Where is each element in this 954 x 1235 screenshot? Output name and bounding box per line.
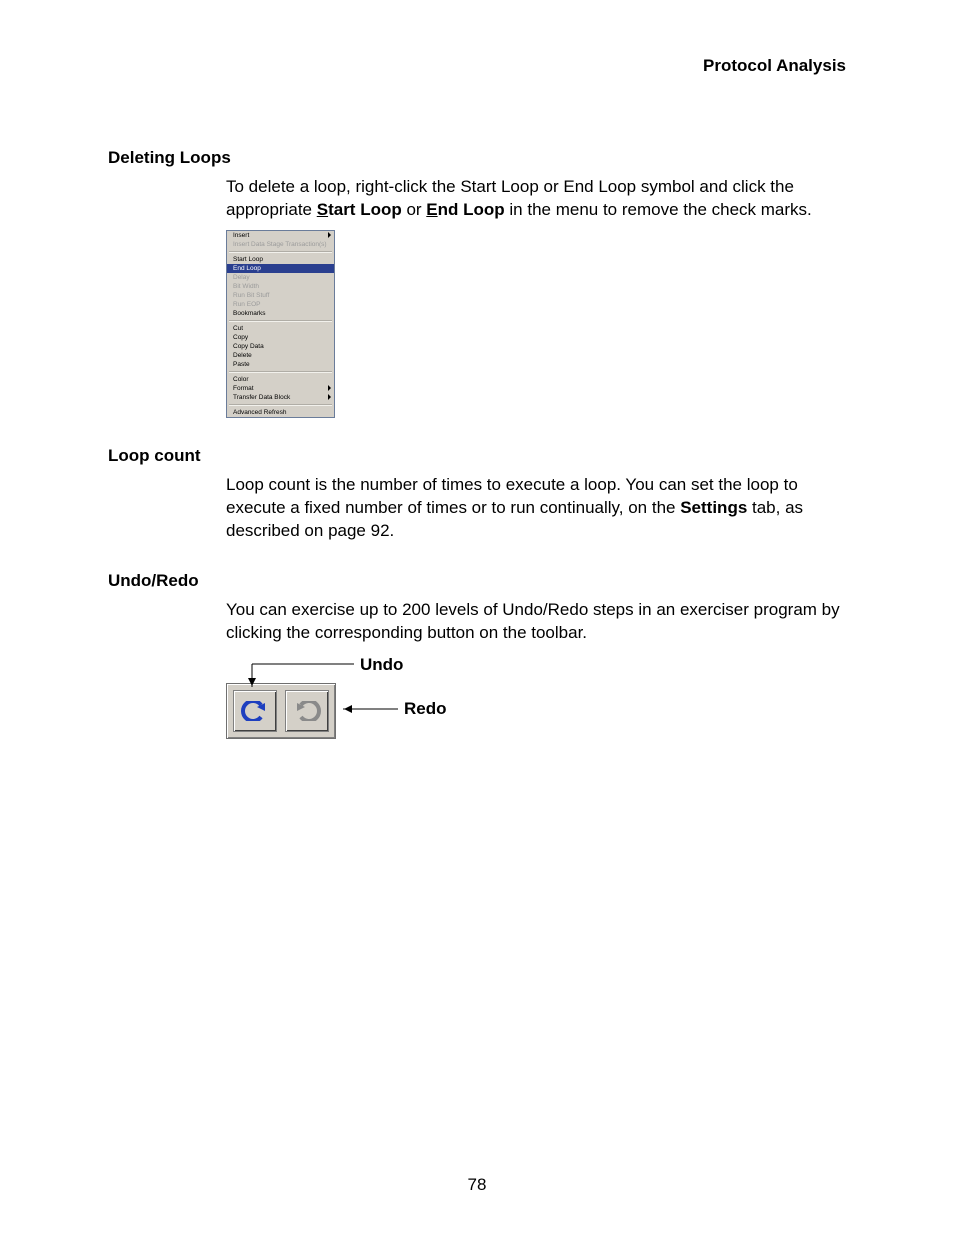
menu-item[interactable]: Format <box>227 384 334 393</box>
text-start-loop-s: S <box>317 200 328 219</box>
redo-icon <box>293 701 321 721</box>
menu-item: Insert Data Stage Transaction(s) <box>227 240 334 249</box>
text: or <box>402 200 427 219</box>
context-menu-figure: InsertInsert Data Stage Transaction(s) St… <box>226 230 335 418</box>
menu-separator <box>229 320 332 322</box>
menu-item[interactable]: Copy <box>227 333 334 342</box>
heading-undo-redo: Undo/Redo <box>108 571 846 591</box>
menu-item[interactable]: Advanced Refresh <box>227 408 334 417</box>
page: Protocol Analysis Deleting Loops To dele… <box>0 0 954 1235</box>
menu-item[interactable]: Paste <box>227 360 334 369</box>
submenu-arrow-icon <box>328 385 331 391</box>
page-number: 78 <box>0 1175 954 1195</box>
menu-item: Run Bit Stuff <box>227 291 334 300</box>
paragraph-loop-count: Loop count is the number of times to exe… <box>226 474 846 543</box>
text-end-loop-e: E <box>426 200 437 219</box>
menu-item[interactable]: Cut <box>227 324 334 333</box>
undo-icon <box>241 701 269 721</box>
heading-loop-count: Loop count <box>108 446 846 466</box>
menu-item[interactable]: Insert <box>227 231 334 240</box>
submenu-arrow-icon <box>328 394 331 400</box>
paragraph-undo-redo: You can exercise up to 200 levels of Und… <box>226 599 846 645</box>
text: in the menu to remove the check marks. <box>505 200 812 219</box>
menu-item: Run EOP <box>227 300 334 309</box>
text-end-loop-rest: nd Loop <box>438 200 505 219</box>
menu-item[interactable]: Start Loop <box>227 255 334 264</box>
menu-item[interactable]: Bookmarks <box>227 309 334 318</box>
page-header-title: Protocol Analysis <box>108 56 846 76</box>
paragraph-deleting-loops: To delete a loop, right-click the Start … <box>226 176 846 222</box>
redo-label: Redo <box>404 699 447 719</box>
submenu-arrow-icon <box>328 232 331 238</box>
undo-redo-figure: Undo Redo <box>226 655 486 745</box>
redo-button[interactable] <box>285 690 329 732</box>
menu-separator <box>229 251 332 253</box>
menu-separator <box>229 371 332 373</box>
menu-item[interactable]: Copy Data <box>227 342 334 351</box>
text: You can exercise up to 200 levels of Und… <box>226 599 846 645</box>
text-settings: Settings <box>680 498 747 517</box>
menu-item[interactable]: End Loop <box>227 264 334 273</box>
menu-item[interactable]: Color <box>227 375 334 384</box>
toolbar <box>226 683 336 739</box>
undo-button[interactable] <box>233 690 277 732</box>
heading-deleting-loops: Deleting Loops <box>108 148 846 168</box>
menu-item: Bit Width <box>227 282 334 291</box>
menu-separator <box>229 404 332 406</box>
text-start-loop-rest: tart Loop <box>328 200 402 219</box>
menu-item: Delay <box>227 273 334 282</box>
menu-item[interactable]: Delete <box>227 351 334 360</box>
menu-item[interactable]: Transfer Data Block <box>227 393 334 402</box>
undo-label: Undo <box>360 655 403 675</box>
